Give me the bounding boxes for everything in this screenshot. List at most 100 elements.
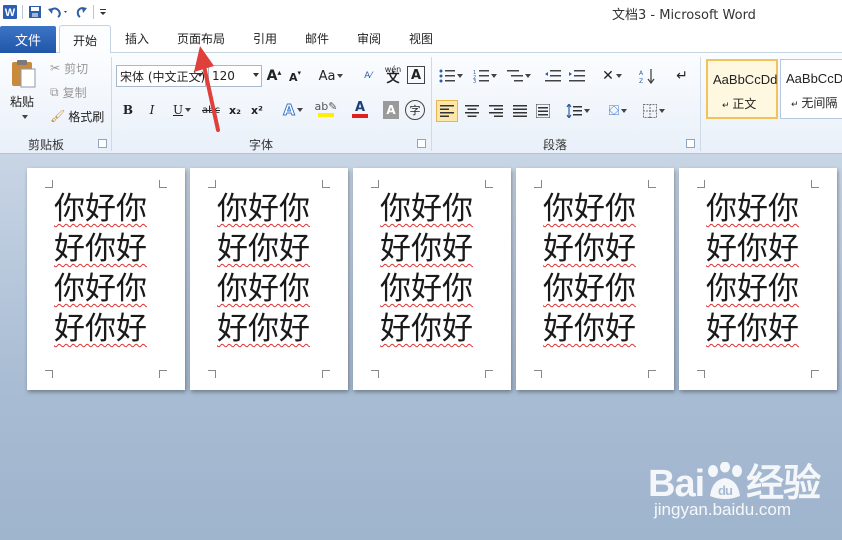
font-color-button[interactable]: A — [346, 99, 374, 119]
style-normal[interactable]: AaBbCcDd ↵ 正文 — [706, 59, 778, 119]
margin-corner-mark — [159, 370, 167, 378]
justify-icon[interactable] — [510, 100, 530, 122]
highlight-button[interactable]: ab✎ — [312, 99, 340, 119]
borders-button[interactable] — [640, 100, 668, 122]
enclose-characters-button[interactable]: 字 — [405, 100, 425, 120]
doc-text-line[interactable]: 好你好 — [706, 311, 799, 347]
text-effects-button[interactable]: A — [280, 101, 306, 120]
doc-text-line[interactable]: 你好你 — [543, 271, 636, 307]
margin-corner-mark — [45, 370, 53, 378]
style-no-spacing[interactable]: AaBbCcDd ↵ 无间隔 — [780, 59, 842, 119]
bullets-button[interactable] — [438, 67, 464, 85]
page[interactable]: 你好你 好你好 你好你 好你好 — [27, 168, 185, 390]
document-area[interactable]: 你好你 好你好 你好你 好你好 你好你 好你好 你好你 好你好 你好你 好你好 … — [0, 154, 842, 540]
doc-text-line[interactable]: 好你好 — [543, 311, 636, 347]
format-painter-button[interactable]: 🖌 格式刷 — [50, 107, 104, 125]
style-name: ↵ 无间隔 — [791, 96, 838, 110]
numbering-icon: 123 — [473, 70, 489, 83]
char-shading-button[interactable]: A — [383, 101, 399, 119]
increase-indent-icon[interactable] — [568, 67, 586, 85]
numbering-button[interactable]: 123 — [472, 67, 498, 85]
style-preview: AaBbCcDd — [713, 72, 778, 87]
copy-button[interactable]: ⧉ 复制 — [50, 83, 87, 101]
customize-qat-icon[interactable] — [98, 4, 108, 20]
tab-home[interactable]: 开始 — [59, 25, 111, 54]
grow-font-button[interactable]: A ▴ — [266, 66, 282, 86]
subscript-button[interactable]: x₂ — [226, 101, 244, 119]
highlighter-icon: ab✎ — [314, 100, 338, 113]
shading-button[interactable]: ⛋ — [604, 100, 632, 122]
align-left-button[interactable] — [436, 100, 458, 122]
change-case-button[interactable]: Aa — [318, 66, 344, 86]
font-dialog-launcher-icon[interactable] — [417, 139, 426, 148]
cut-button[interactable]: ✂ 剪切 — [50, 59, 88, 77]
page[interactable]: 你好你 好你好 你好你 好你好 — [679, 168, 837, 390]
bold-button[interactable]: B — [120, 101, 136, 119]
doc-text-line[interactable]: 你好你 — [380, 191, 473, 227]
tab-mailings[interactable]: 邮件 — [305, 30, 329, 47]
decrease-indent-icon[interactable] — [544, 67, 562, 85]
tab-file[interactable]: 文件 — [0, 26, 56, 53]
align-center-icon[interactable] — [462, 100, 482, 122]
cut-label: 剪切 — [64, 61, 89, 76]
tab-review[interactable]: 审阅 — [357, 30, 381, 47]
clear-formatting-icon[interactable]: A⁄ — [358, 66, 378, 86]
doc-text-line[interactable]: 你好你 — [54, 271, 147, 307]
multilevel-list-button[interactable] — [506, 67, 532, 85]
char-border-button[interactable]: A — [407, 66, 425, 84]
baidu-jingyan-logo: Bai du 经验 — [648, 461, 821, 505]
sort-icon[interactable]: AZ — [638, 66, 658, 86]
distributed-icon[interactable] — [533, 100, 553, 122]
doc-text-line[interactable]: 你好你 — [380, 271, 473, 307]
doc-text-line[interactable]: 好你好 — [217, 231, 310, 267]
doc-text-line[interactable]: 你好你 — [706, 191, 799, 227]
doc-text-line[interactable]: 好你好 — [380, 311, 473, 347]
tab-view[interactable]: 视图 — [409, 30, 433, 47]
save-icon[interactable] — [27, 4, 43, 20]
page[interactable]: 你好你 好你好 你好你 好你好 — [516, 168, 674, 390]
shrink-font-button[interactable]: A ▾ — [287, 68, 303, 86]
show-marks-icon[interactable]: ↵ — [674, 66, 690, 86]
paste-icon[interactable] — [8, 57, 38, 91]
margin-corner-mark — [811, 370, 819, 378]
phonetic-guide-button[interactable]: wén 文 — [383, 63, 403, 85]
underline-label: U — [172, 103, 184, 117]
align-right-icon[interactable] — [486, 100, 506, 122]
align-left-icon — [440, 105, 454, 117]
asian-layout-button[interactable]: ✕ — [598, 66, 626, 86]
undo-icon[interactable] — [47, 4, 69, 20]
doc-text-line[interactable]: 你好你 — [54, 191, 147, 227]
paragraph-dialog-launcher-icon[interactable] — [686, 139, 695, 148]
word-app-icon[interactable]: W — [2, 4, 18, 20]
paste-button[interactable]: 粘贴 — [10, 93, 34, 110]
margin-corner-mark — [208, 180, 216, 188]
redo-icon[interactable] — [73, 4, 89, 20]
group-separator — [431, 57, 432, 151]
doc-text-line[interactable]: 好你好 — [54, 311, 147, 347]
page[interactable]: 你好你 好你好 你好你 好你好 — [353, 168, 511, 390]
italic-button[interactable]: I — [144, 101, 160, 119]
doc-text-line[interactable]: 好你好 — [217, 311, 310, 347]
chevron-down-icon[interactable] — [253, 73, 259, 77]
page[interactable]: 你好你 好你好 你好你 好你好 — [190, 168, 348, 390]
doc-text-line[interactable]: 好你好 — [54, 231, 147, 267]
margin-corner-mark — [322, 180, 330, 188]
tab-insert[interactable]: 插入 — [125, 30, 149, 47]
doc-text-line[interactable]: 你好你 — [706, 271, 799, 307]
margin-corner-mark — [534, 370, 542, 378]
superscript-button[interactable]: x² — [248, 101, 266, 119]
format-painter-label: 格式刷 — [68, 109, 105, 124]
doc-text-line[interactable]: 好你好 — [543, 231, 636, 267]
clipboard-dialog-launcher-icon[interactable] — [98, 139, 107, 148]
doc-text-line[interactable]: 好你好 — [380, 231, 473, 267]
tab-references[interactable]: 引用 — [253, 30, 277, 47]
paragraph-group-label: 段落 — [543, 138, 568, 152]
shrink-font-label: A — [288, 70, 298, 84]
window-title: 文档3 - Microsoft Word — [612, 8, 756, 23]
doc-text-line[interactable]: 你好你 — [217, 191, 310, 227]
line-spacing-button[interactable] — [564, 100, 592, 122]
doc-text-line[interactable]: 你好你 — [543, 191, 636, 227]
doc-text-line[interactable]: 好你好 — [706, 231, 799, 267]
paste-dropdown-icon[interactable] — [20, 113, 28, 121]
doc-text-line[interactable]: 你好你 — [217, 271, 310, 307]
